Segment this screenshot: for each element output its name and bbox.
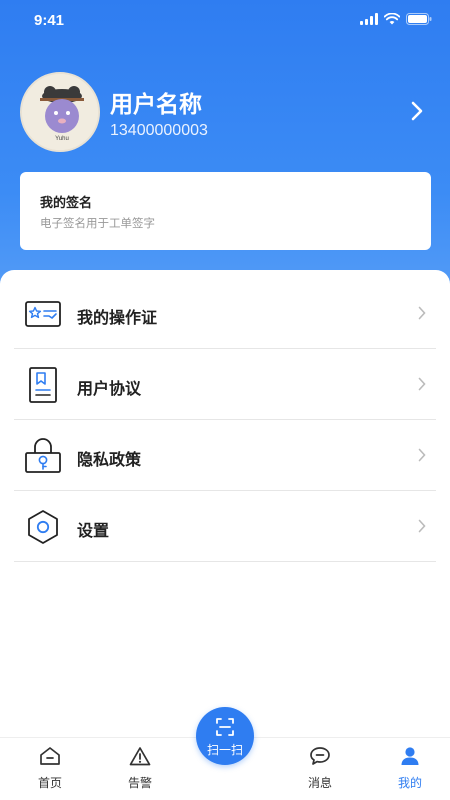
avatar-caption: Yuhu [55, 136, 69, 142]
menu-item-label: 我的操作证 [77, 310, 158, 327]
status-time: 9:41 [34, 12, 65, 29]
document-icon [24, 366, 62, 404]
tab-alarm[interactable]: 告警 [110, 744, 170, 796]
chevron-right-icon [418, 377, 426, 396]
tab-home-label: 首页 [37, 776, 62, 790]
scan-button[interactable]: 扫一扫 [196, 707, 254, 765]
tab-home[interactable]: 首页 [20, 744, 80, 796]
signal-icon [360, 13, 378, 25]
message-bubble-icon [290, 744, 350, 768]
tab-mine[interactable]: 我的 [380, 744, 440, 796]
phone-number: 13400000003 [110, 122, 208, 139]
signature-description: 电子签名用于工单签字 [40, 218, 155, 230]
menu-item-settings[interactable]: 设置 [14, 491, 436, 562]
wifi-icon [384, 13, 400, 25]
menu-item-privacy-policy[interactable]: 隐私政策 [14, 420, 436, 491]
status-bar: 9:41 [0, 0, 450, 40]
settings-hexagon-icon [24, 508, 62, 546]
avatar-character-icon: Yuhu [22, 74, 98, 150]
scan-icon [215, 717, 235, 742]
avatar[interactable]: Yuhu [20, 72, 100, 152]
username: 用户名称 [110, 91, 202, 117]
chevron-right-icon [418, 519, 426, 538]
chevron-right-icon[interactable] [410, 100, 424, 127]
menu-item-user-agreement[interactable]: 用户协议 [14, 349, 436, 420]
menu-item-label: 用户协议 [77, 381, 142, 398]
user-icon [380, 744, 440, 768]
menu-item-label: 设置 [77, 523, 110, 540]
signature-title: 我的签名 [40, 195, 93, 210]
certificate-icon [24, 295, 62, 333]
menu-list: 我的操作证 用户协议 隐私政策 设置 [14, 278, 436, 562]
home-icon [20, 744, 80, 768]
scan-label: 扫一扫 [206, 743, 243, 757]
menu-item-label: 隐私政策 [77, 452, 142, 469]
tab-messages[interactable]: 消息 [290, 744, 350, 796]
chevron-right-icon [418, 306, 426, 325]
lock-icon [24, 437, 62, 475]
warning-icon [110, 744, 170, 768]
menu-item-certificate[interactable]: 我的操作证 [14, 278, 436, 349]
chevron-right-icon [418, 448, 426, 467]
profile-header[interactable]: Yuhu 用户名称 13400000003 [20, 72, 430, 154]
battery-icon [406, 13, 432, 25]
status-icons [360, 13, 432, 25]
tab-alarm-label: 告警 [127, 776, 152, 790]
tab-messages-label: 消息 [307, 776, 332, 790]
tab-mine-label: 我的 [397, 776, 422, 790]
signature-card[interactable]: 我的签名 电子签名用于工单签字 [20, 172, 431, 250]
